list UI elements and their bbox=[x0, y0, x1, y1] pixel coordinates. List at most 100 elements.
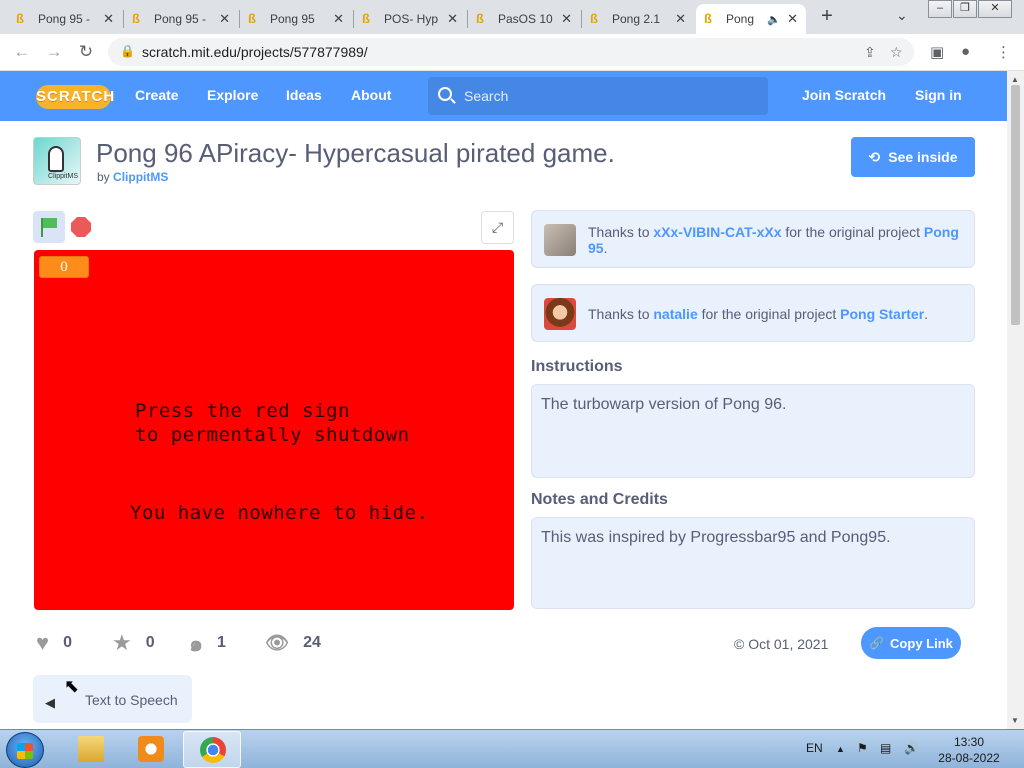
taskbar-chrome[interactable] bbox=[183, 731, 241, 768]
close-tab-icon[interactable]: ✕ bbox=[675, 11, 686, 27]
project-author-thumbnail[interactable]: ClippitMS bbox=[33, 137, 81, 185]
maximize-window-button[interactable]: ❐ bbox=[953, 0, 977, 18]
stage-text-line-1: Press the red sign bbox=[135, 400, 350, 422]
scroll-down-arrow-icon[interactable]: ▼ bbox=[1011, 716, 1019, 725]
minimize-window-button[interactable]: ‒ bbox=[928, 0, 952, 18]
taskbar-explorer[interactable] bbox=[62, 731, 120, 768]
windows-taskbar: EN ▲ ⚑ ▤ 🔊 13:30 28-08-2022 bbox=[0, 729, 1024, 768]
credit-project-link[interactable]: Pong Starter bbox=[840, 306, 924, 322]
credit-user-link[interactable]: natalie bbox=[653, 306, 697, 322]
heart-icon: ♥ bbox=[36, 630, 50, 655]
copyright-icon: © bbox=[734, 636, 745, 652]
by-label: by bbox=[97, 170, 110, 184]
reload-icon[interactable]: ↻ bbox=[76, 42, 96, 62]
nav-create[interactable]: Create bbox=[135, 87, 179, 103]
browser-tab-active[interactable]: ß Pong 🔈 ✕ bbox=[696, 4, 806, 34]
browser-tab[interactable]: ß Pong 95 - ✕ bbox=[8, 4, 122, 34]
bookmark-star-icon[interactable]: ☆ bbox=[890, 44, 903, 61]
lock-icon[interactable]: 🔒 bbox=[120, 44, 135, 58]
copy-link-button[interactable]: 🔗 Copy Link bbox=[861, 627, 961, 659]
see-inside-button[interactable]: ⟲ See inside bbox=[851, 137, 975, 177]
love-stat[interactable]: ♥ 0 bbox=[36, 630, 72, 656]
close-tab-icon[interactable]: ✕ bbox=[333, 11, 344, 27]
remix-count: 1 bbox=[216, 634, 226, 651]
nav-about[interactable]: About bbox=[351, 87, 391, 103]
user-avatar[interactable] bbox=[544, 298, 576, 330]
close-window-button[interactable]: ✕ bbox=[978, 0, 1012, 18]
author-link[interactable]: ClippitMS bbox=[113, 170, 168, 184]
scratch-favicon-icon: ß bbox=[132, 11, 140, 26]
close-tab-icon[interactable]: ✕ bbox=[219, 11, 230, 27]
share-icon[interactable]: ⇪ bbox=[864, 44, 876, 61]
fullscreen-icon: ⤢ bbox=[491, 219, 504, 235]
credit-prefix: Thanks to bbox=[588, 224, 650, 240]
tab-search-chevron-icon[interactable]: ⌄ bbox=[896, 7, 908, 24]
folder-icon bbox=[78, 736, 104, 762]
credit-suffix: . bbox=[924, 306, 929, 322]
taskbar-media-player[interactable] bbox=[122, 731, 180, 768]
tab-title: POS- Hyp bbox=[384, 12, 439, 26]
credit-middle: for the original project bbox=[701, 306, 837, 322]
show-hidden-icons-icon[interactable]: ▲ bbox=[836, 744, 845, 754]
search-box[interactable] bbox=[428, 77, 768, 115]
browser-tab[interactable]: ß POS- Hyp ✕ bbox=[354, 4, 466, 34]
language-indicator[interactable]: EN bbox=[806, 741, 823, 755]
remix-stat: ๑ 1 bbox=[189, 630, 226, 656]
credit-suffix: . bbox=[603, 240, 608, 256]
action-center-icon[interactable]: ⚑ bbox=[857, 741, 868, 755]
tab-title: PasOS 10 bbox=[498, 12, 553, 26]
tab-title: Pong 2.1 bbox=[612, 12, 661, 26]
mouse-pointer-icon: ⬉ bbox=[64, 676, 80, 696]
project-title: Pong 96 APiracy- Hypercasual pirated gam… bbox=[96, 138, 615, 168]
url-text[interactable]: scratch.mit.edu/projects/577877989/ bbox=[142, 44, 368, 60]
project-stage[interactable]: 0 Press the red sign to permentally shut… bbox=[34, 250, 514, 610]
clock-date: 28-08-2022 bbox=[938, 751, 1000, 765]
close-tab-icon[interactable]: ✕ bbox=[447, 11, 458, 27]
page-scrollbar[interactable]: ▲ ▼ bbox=[1007, 71, 1024, 729]
network-icon[interactable]: ▤ bbox=[880, 741, 891, 755]
scrollbar-thumb[interactable] bbox=[1011, 85, 1020, 325]
view-count: 24 bbox=[303, 634, 321, 651]
user-avatar[interactable] bbox=[544, 224, 576, 256]
love-count: 0 bbox=[63, 634, 72, 651]
close-tab-icon[interactable]: ✕ bbox=[103, 11, 114, 27]
volume-icon[interactable]: 🔊 bbox=[904, 741, 919, 755]
instructions-box: The turbowarp version of Pong 96. bbox=[531, 384, 975, 478]
credit-text: Thanks to natalie for the original proje… bbox=[588, 306, 962, 322]
stop-sign-button[interactable] bbox=[71, 217, 91, 237]
close-tab-icon[interactable]: ✕ bbox=[787, 11, 798, 27]
sign-in-link[interactable]: Sign in bbox=[915, 87, 962, 103]
start-button[interactable] bbox=[6, 732, 44, 768]
browser-tab[interactable]: ß PasOS 10 ✕ bbox=[468, 4, 580, 34]
scratch-favicon-icon: ß bbox=[362, 11, 370, 26]
profile-avatar-icon[interactable]: ● bbox=[961, 43, 970, 60]
favorite-count: 0 bbox=[145, 634, 155, 651]
nav-explore[interactable]: Explore bbox=[207, 87, 258, 103]
credit-text: Thanks to xXx-VIBIN-CAT-xXx for the orig… bbox=[588, 224, 962, 256]
side-panel-icon[interactable]: ▣ bbox=[930, 43, 944, 61]
browser-tab[interactable]: ß Pong 95 ✕ bbox=[240, 4, 352, 34]
browser-tab[interactable]: ß Pong 2.1 ✕ bbox=[582, 4, 694, 34]
text-to-speech-extension[interactable]: ◀ Text to Speech bbox=[33, 675, 192, 723]
address-bar[interactable]: 🔒 scratch.mit.edu/projects/577877989/ ⇪ … bbox=[108, 38, 914, 66]
forward-arrow-icon[interactable]: → bbox=[44, 42, 64, 62]
notes-heading: Notes and Credits bbox=[531, 491, 668, 508]
windows-logo-icon bbox=[17, 743, 33, 759]
browser-menu-icon[interactable]: ⋮ bbox=[996, 43, 1011, 61]
search-input[interactable] bbox=[464, 86, 754, 106]
system-clock[interactable]: 13:30 28-08-2022 bbox=[934, 734, 1004, 766]
fullscreen-button[interactable]: ⤢ bbox=[481, 211, 514, 244]
favorite-stat[interactable]: ★ 0 bbox=[112, 630, 155, 656]
scratch-logo[interactable]: SCRATCH bbox=[36, 85, 114, 109]
green-flag-button[interactable] bbox=[33, 211, 65, 243]
scroll-up-arrow-icon[interactable]: ▲ bbox=[1011, 75, 1019, 84]
nav-ideas[interactable]: Ideas bbox=[286, 87, 322, 103]
new-tab-button[interactable]: + bbox=[816, 5, 838, 28]
join-scratch-link[interactable]: Join Scratch bbox=[802, 87, 886, 103]
audio-playing-icon[interactable]: 🔈 bbox=[767, 13, 781, 26]
browser-tab[interactable]: ß Pong 95 - ✕ bbox=[124, 4, 238, 34]
scratch-favicon-icon: ß bbox=[16, 11, 24, 26]
close-tab-icon[interactable]: ✕ bbox=[561, 11, 572, 27]
back-arrow-icon[interactable]: ← bbox=[12, 42, 32, 62]
credit-user-link[interactable]: xXx-VIBIN-CAT-xXx bbox=[653, 224, 781, 240]
